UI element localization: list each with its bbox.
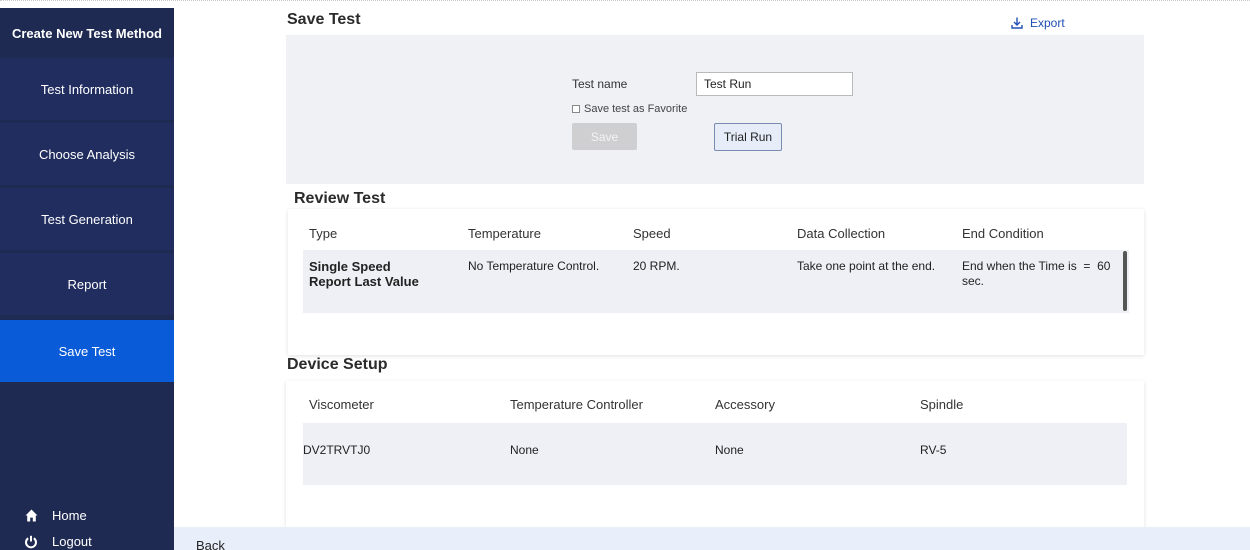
review-table-scrollbar[interactable] [1123, 251, 1127, 311]
sidebar-item-label: Choose Analysis [38, 146, 136, 162]
top-border [0, 0, 1250, 8]
sidebar-title: Create New Test Method [11, 25, 162, 41]
sidebar-item-report[interactable]: Report [0, 253, 174, 315]
column-header-viscometer: Viscometer [309, 397, 374, 412]
column-header-type: Type [309, 226, 338, 241]
save-test-panel [286, 35, 1144, 184]
device-setup-title: Device Setup [287, 356, 388, 373]
export-label: Export [1030, 16, 1065, 30]
review-test-title: Review Test [294, 190, 386, 207]
home-icon [24, 509, 38, 523]
home-label: Home [52, 508, 87, 523]
column-header-speed: Speed [633, 226, 671, 241]
sidebar-item-test-generation[interactable]: Test Generation [0, 188, 174, 250]
sidebar-item-label: Test Generation [41, 211, 133, 227]
cell-temperature: No Temperature Control. [468, 259, 600, 273]
cell-type-line2: Report Last Value [309, 274, 419, 289]
column-header-spindle: Spindle [920, 397, 964, 412]
column-header-end-condition: End Condition [962, 226, 1044, 241]
logout-button[interactable]: Logout [24, 534, 92, 549]
home-button[interactable]: Home [24, 508, 87, 523]
app-window: Create New Test Method Test Information … [0, 0, 1250, 550]
save-button[interactable]: Save [572, 123, 637, 150]
sidebar: Create New Test Method Test Information … [0, 8, 174, 550]
cell-type-line1: Single Speed [309, 259, 391, 274]
trial-run-button[interactable]: Trial Run [714, 123, 782, 151]
back-button[interactable]: Back [196, 538, 225, 550]
cell-spindle: RV-5 [920, 443, 947, 457]
cell-data-collection: Take one point at the end. [797, 259, 936, 273]
cell-end-condition-line2: sec. [962, 274, 985, 288]
column-header-temperature-controller: Temperature Controller [510, 397, 643, 412]
sidebar-item-save-test[interactable]: Save Test [0, 320, 174, 382]
export-button[interactable]: Export [1011, 16, 1065, 30]
sidebar-item-choose-analysis[interactable]: Choose Analysis [0, 123, 174, 185]
test-name-input[interactable] [696, 72, 853, 96]
bottom-bar: Back [174, 527, 1250, 550]
sidebar-item-label: Save Test [58, 343, 116, 359]
save-as-favorite-checkbox[interactable]: Save test as Favorite [572, 103, 687, 115]
save-test-title: Save Test [287, 11, 361, 28]
cell-accessory: None [715, 443, 744, 457]
cell-end-condition-line1: End when the Time is = 60 [962, 259, 1111, 273]
logout-label: Logout [52, 534, 92, 549]
column-header-temperature: Temperature [468, 226, 541, 241]
column-header-data-collection: Data Collection [797, 226, 886, 241]
sidebar-item-label: Report [67, 276, 107, 292]
cell-speed: 20 RPM. [633, 259, 680, 273]
sidebar-item-label: Test Information [40, 81, 134, 97]
download-icon [1011, 17, 1023, 29]
sidebar-item-test-information[interactable]: Test Information [0, 58, 174, 120]
power-icon [24, 535, 38, 549]
cell-temperature-controller: None [510, 443, 539, 457]
cell-viscometer: DV2TRVTJ0 [303, 443, 371, 457]
column-header-accessory: Accessory [715, 397, 775, 412]
checkbox-icon [572, 105, 580, 113]
test-name-label: Test name [572, 77, 628, 91]
favorite-label: Save test as Favorite [584, 103, 688, 115]
